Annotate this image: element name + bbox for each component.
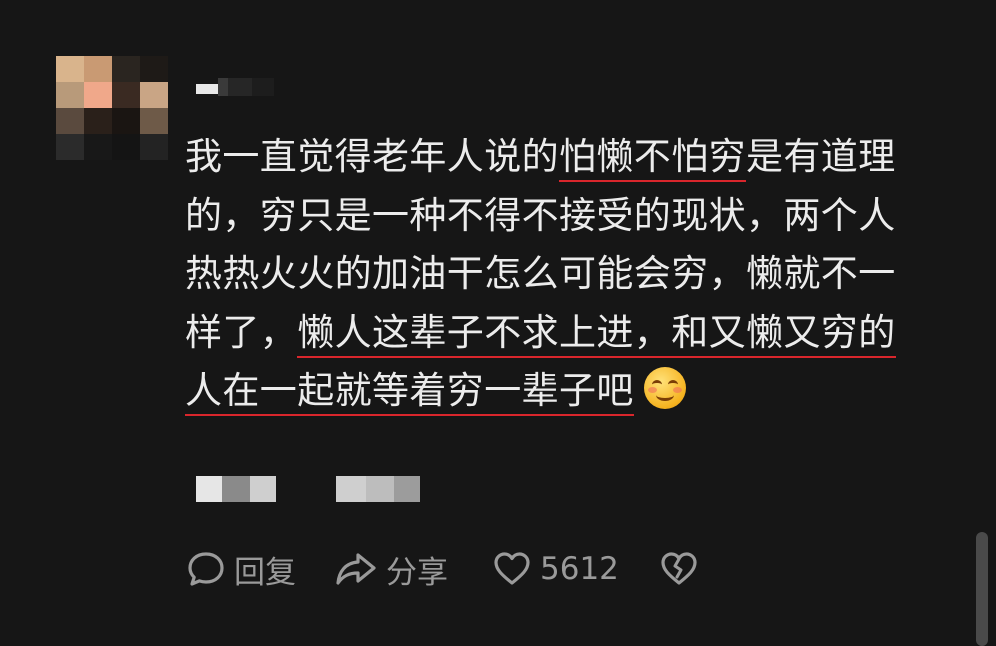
comment-line: 样了，懒人这辈子不求上进，和又懒又穷的 — [185, 304, 945, 363]
heart-icon — [492, 549, 532, 589]
reply-button[interactable]: 回复 — [186, 547, 296, 592]
action-bar: 回复 分享 5612 — [186, 547, 699, 591]
like-count: 5612 — [540, 551, 619, 587]
comment-line: 我一直觉得老年人说的怕懒不怕穷是有道理 — [185, 128, 945, 187]
comment-text-segment: 我一直觉得老年人说的 — [185, 135, 559, 178]
comment-text: 我一直觉得老年人说的怕懒不怕穷是有道理的，穷只是一种不得不接受的现状，两个人 热热… — [185, 128, 945, 421]
share-button[interactable]: 分享 — [334, 547, 448, 592]
avatar[interactable] — [56, 56, 168, 160]
share-label: 分享 — [386, 554, 448, 591]
comment-text-segment: 热热火火的加油干怎么可能会穷，懒就不一 — [185, 252, 896, 295]
scrollbar[interactable] — [976, 532, 988, 646]
comment-time — [196, 476, 276, 502]
underlined-text: 懒人这辈子不求上进，和又懒又穷的 — [297, 310, 896, 358]
share-arrow-icon — [334, 549, 378, 589]
comment-text-segment: 样了， — [185, 310, 298, 354]
broken-heart-icon — [659, 549, 699, 589]
comment-line: 热热火火的加油干怎么可能会穷，懒就不一 — [185, 245, 945, 304]
username[interactable] — [196, 78, 274, 96]
comment-line: 的，穷只是一种不得不接受的现状，两个人 — [185, 187, 945, 246]
comment-text-segment: 的，穷只是一种不得不接受的现状，两个人 — [185, 193, 896, 237]
comment-bubble-icon — [186, 549, 226, 589]
comment-line: 人在一起就等着穷一辈子吧 — [185, 362, 945, 421]
comment-text-segment: 是有道理 — [746, 135, 896, 178]
underlined-text: 怕懒不怕穷 — [559, 135, 746, 182]
smiling-face-emoji-icon — [643, 367, 686, 409]
dislike-button[interactable] — [659, 549, 699, 589]
comment-location — [336, 476, 420, 502]
like-button[interactable]: 5612 — [492, 549, 619, 589]
underlined-text: 人在一起就等着穷一辈子吧 — [185, 369, 634, 416]
reply-label: 回复 — [234, 554, 296, 591]
